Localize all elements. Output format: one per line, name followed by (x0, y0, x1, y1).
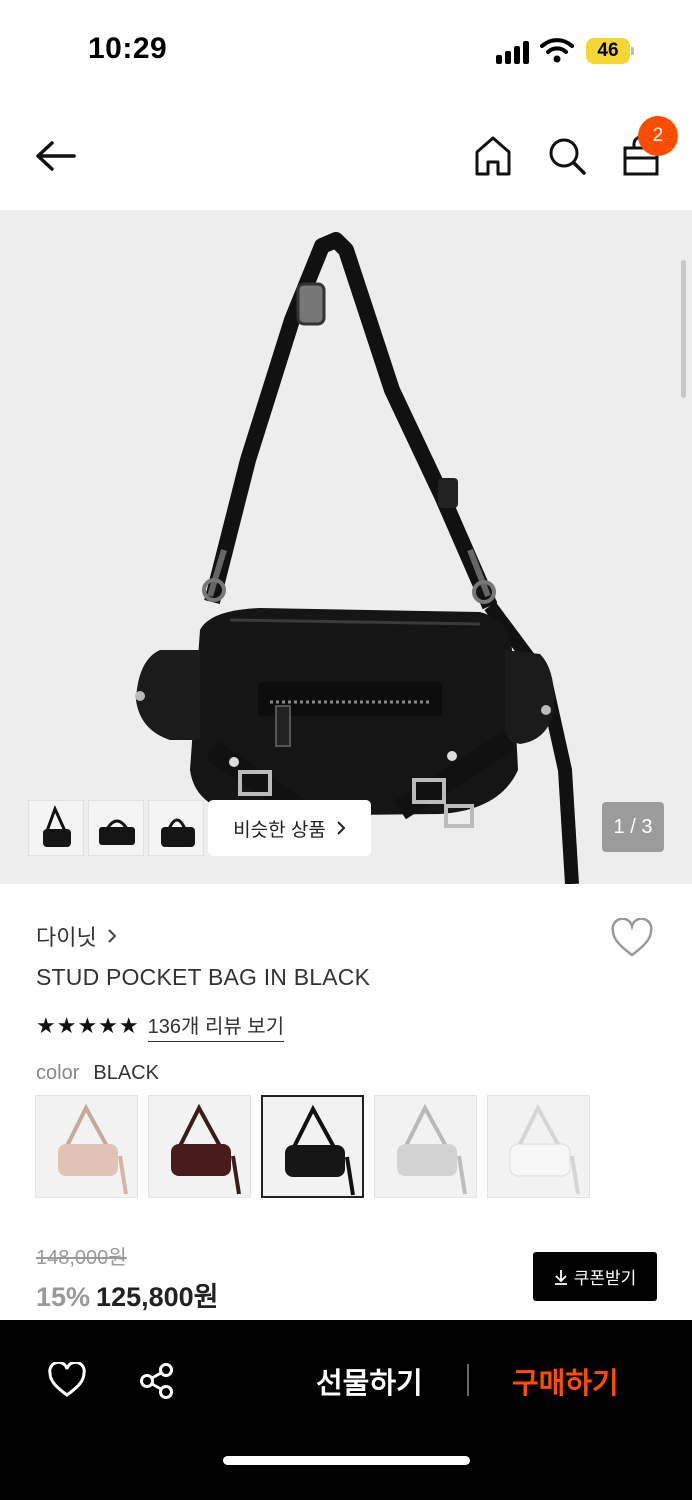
color-swatches (35, 1095, 590, 1198)
color-swatch-black[interactable] (261, 1095, 364, 1198)
coupon-button[interactable]: 쿠폰받기 (533, 1252, 657, 1301)
battery-level: 46 (586, 38, 630, 64)
price-row: 15% 125,800원 (36, 1275, 219, 1314)
gift-button[interactable]: 선물하기 (316, 1360, 423, 1402)
brand-link[interactable]: 다이닛 (36, 920, 117, 952)
sale-price: 125,800원 (96, 1282, 219, 1312)
cart-count-badge: 2 (638, 116, 678, 156)
color-label: color (36, 1062, 80, 1084)
similar-products-label: 비슷한 상품 (233, 819, 326, 841)
home-indicator (223, 1456, 470, 1465)
thumbnail-2[interactable] (88, 800, 144, 856)
like-heart-icon[interactable] (48, 1360, 86, 1398)
bottom-action-bar: 선물하기 구매하기 (0, 1320, 692, 1500)
coupon-label: 쿠폰받기 (573, 1269, 637, 1288)
divider (467, 1364, 469, 1396)
product-title: STUD POCKET BAG IN BLACK (36, 964, 371, 990)
color-swatch-white[interactable] (487, 1095, 590, 1198)
image-page-indicator: 1 / 3 (602, 802, 664, 852)
rating-row: ★★★★★ 136개 리뷰 보기 (36, 1010, 285, 1042)
similar-products-button[interactable]: 비슷한 상품 (208, 800, 371, 856)
battery-icon: 46 (586, 38, 634, 64)
color-swatch-silver[interactable] (374, 1095, 477, 1198)
download-icon (554, 1269, 567, 1285)
wishlist-heart-icon[interactable] (610, 917, 654, 958)
original-price: 148,000원 (36, 1247, 127, 1269)
wifi-icon (540, 36, 574, 64)
discount-rate: 15% (36, 1282, 91, 1312)
status-bar: 10:29 46 (0, 0, 692, 100)
thumbnail-3[interactable] (148, 800, 204, 856)
color-swatch-burgundy[interactable] (148, 1095, 251, 1198)
chevron-right-icon (108, 929, 117, 943)
thumbnail-strip (28, 800, 204, 856)
chevron-right-icon (337, 821, 346, 835)
search-icon[interactable] (546, 134, 588, 178)
home-icon[interactable] (472, 134, 514, 178)
product-photo (135, 232, 579, 884)
thumbnail-1[interactable] (28, 800, 84, 856)
color-value: BLACK (93, 1062, 159, 1084)
top-nav (0, 100, 692, 210)
signal-icon (496, 40, 532, 64)
share-icon[interactable] (138, 1362, 176, 1400)
rating-stars: ★★★★★ (36, 1013, 140, 1038)
scroll-indicator (681, 260, 686, 398)
review-link[interactable]: 136개 리뷰 보기 (147, 1010, 285, 1042)
brand-name: 다이닛 (36, 925, 97, 950)
buy-button[interactable]: 구매하기 (512, 1360, 619, 1402)
product-image-gallery[interactable]: 비슷한 상품 1 / 3 (0, 210, 692, 884)
back-arrow-icon[interactable] (34, 138, 78, 174)
status-time: 10:29 (88, 32, 168, 65)
color-swatch-beige[interactable] (35, 1095, 138, 1198)
color-row: color BLACK (36, 1062, 159, 1085)
